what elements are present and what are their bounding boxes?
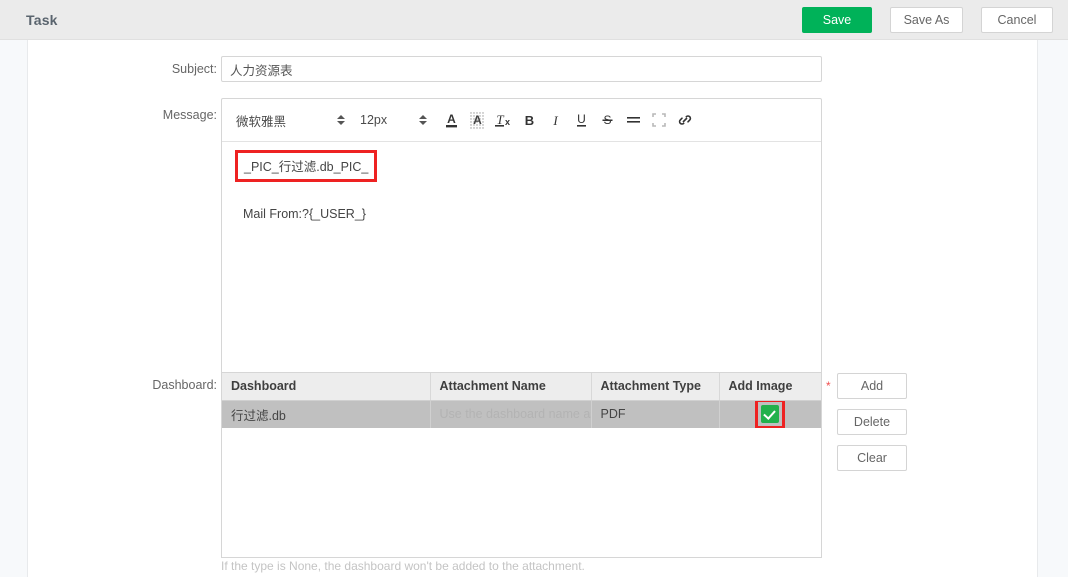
clear-button[interactable]: Clear <box>837 445 907 471</box>
cancel-button[interactable]: Cancel <box>981 7 1053 33</box>
message-editor[interactable]: 微软雅黑 12px A A T x B I U S _PIC_行过滤.db_PI… <box>221 98 822 396</box>
font-size-spinner-icon[interactable] <box>418 112 428 128</box>
table-header-row: Dashboard Attachment Name Attachment Typ… <box>222 373 821 401</box>
save-button[interactable]: Save <box>802 7 872 33</box>
window-header: Task Save Save As Cancel <box>0 0 1068 40</box>
dashboard-hint-text: If the type is None, the dashboard won't… <box>221 559 585 573</box>
italic-icon[interactable]: I <box>542 107 568 133</box>
svg-text:I: I <box>552 113 558 128</box>
strikethrough-icon[interactable]: S <box>594 107 620 133</box>
message-body[interactable]: _PIC_行过滤.db_PIC_ Mail From:?{_USER_} <box>222 142 821 405</box>
svg-text:A: A <box>447 112 456 126</box>
task-editor-window: Task Save Save As Cancel Subject: Messag… <box>0 0 1068 577</box>
form-content: Subject: Message: 微软雅黑 12px A <box>29 40 1037 577</box>
dashboard-label: Dashboard: <box>152 378 217 392</box>
right-scroll-rail[interactable] <box>1037 40 1068 577</box>
clear-format-icon[interactable]: T x <box>490 107 516 133</box>
svg-text:B: B <box>524 113 533 128</box>
font-size-select[interactable]: 12px <box>360 113 418 127</box>
column-header-dashboard[interactable]: Dashboard <box>222 373 431 401</box>
page-title: Task <box>26 12 58 28</box>
svg-text:U: U <box>577 112 586 126</box>
table-row[interactable]: 行过滤.db Use the dashboard name as PDF <box>222 400 821 428</box>
column-header-attachment-type[interactable]: Attachment Type <box>591 373 720 401</box>
pic-token-highlight: _PIC_行过滤.db_PIC_ <box>235 150 378 182</box>
cell-dashboard-name[interactable]: 行过滤.db <box>222 400 431 428</box>
svg-text:x: x <box>504 117 509 127</box>
cell-attachment-type[interactable]: PDF <box>591 400 720 428</box>
left-rail <box>0 40 28 577</box>
link-icon[interactable] <box>672 107 698 133</box>
cell-attachment-name[interactable]: Use the dashboard name as <box>430 400 592 428</box>
font-color-icon[interactable]: A <box>438 107 464 133</box>
save-as-button[interactable]: Save As <box>890 7 963 33</box>
dashboard-table[interactable]: Dashboard Attachment Name Attachment Typ… <box>221 372 822 558</box>
bold-icon[interactable]: B <box>516 107 542 133</box>
underline-icon[interactable]: U <box>568 107 594 133</box>
add-button[interactable]: Add <box>837 373 907 399</box>
font-family-select[interactable]: 微软雅黑 <box>236 111 336 130</box>
align-icon[interactable] <box>620 107 646 133</box>
column-header-attachment-name[interactable]: Attachment Name <box>430 373 592 401</box>
svg-text:A: A <box>473 113 482 127</box>
add-image-checkbox-highlight <box>755 400 786 428</box>
mail-from-text: Mail From:?{_USER_} <box>243 207 366 221</box>
message-label: Message: <box>162 108 217 122</box>
editor-toolbar: 微软雅黑 12px A A T x B I U S <box>222 99 821 142</box>
fullscreen-icon[interactable] <box>646 107 672 133</box>
subject-input[interactable] <box>221 56 822 82</box>
column-header-add-image[interactable]: Add Image <box>719 373 821 401</box>
cell-add-image[interactable] <box>719 400 821 428</box>
font-family-spinner-icon[interactable] <box>336 112 346 128</box>
delete-button[interactable]: Delete <box>837 409 907 435</box>
required-asterisk: * <box>826 379 831 393</box>
subject-label: Subject: <box>171 62 217 76</box>
highlight-color-icon[interactable]: A <box>464 107 490 133</box>
add-image-checkbox[interactable] <box>761 405 780 424</box>
svg-text:T: T <box>496 112 504 127</box>
